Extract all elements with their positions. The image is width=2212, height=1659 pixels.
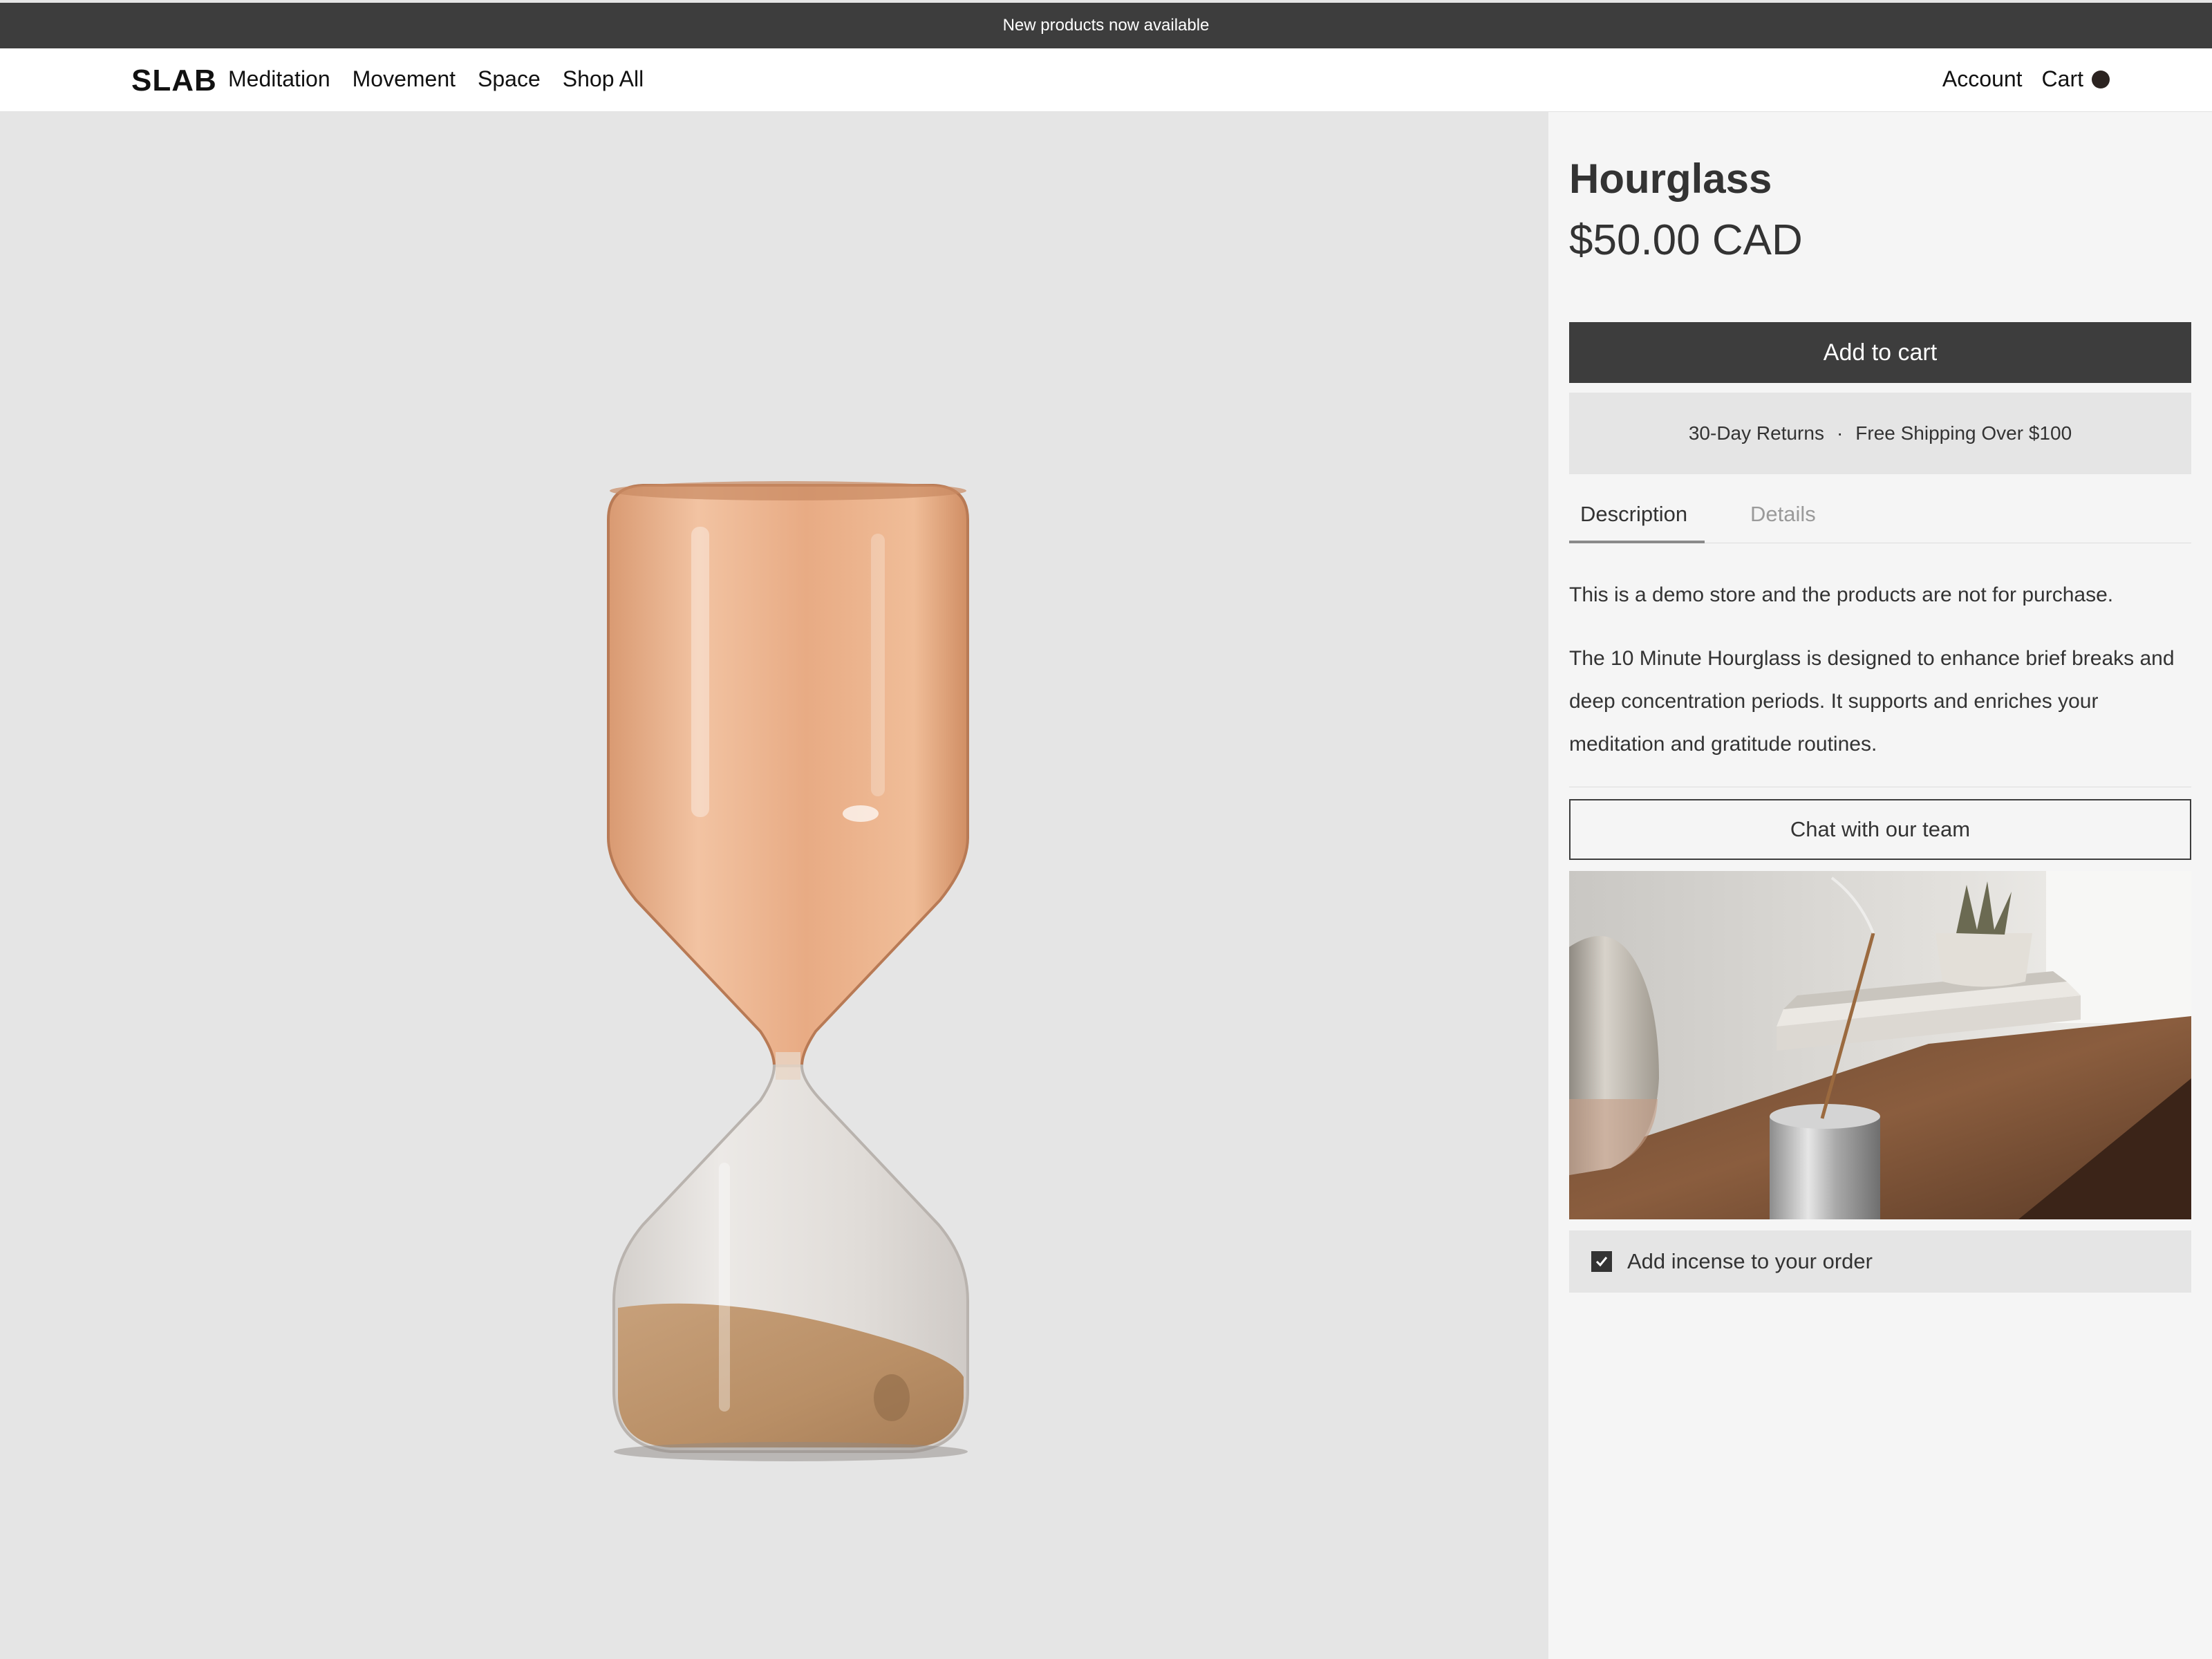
tab-description[interactable]: Description — [1580, 502, 1687, 527]
cart-indicator-icon — [2092, 70, 2110, 88]
product-gallery[interactable] — [0, 112, 1548, 1659]
chat-with-team-button[interactable]: Chat with our team — [1569, 799, 2191, 860]
cart-label: Cart — [2041, 66, 2083, 91]
site-header: SLAB Meditation Movement Space Shop All … — [0, 48, 2212, 112]
addon-label: Add incense to your order — [1627, 1249, 1873, 1273]
product-info-panel: Hourglass $50.00 CAD Add to cart 30-Day … — [1548, 112, 2212, 1659]
incense-scene-image — [1569, 871, 2191, 1219]
nav-item-space[interactable]: Space — [478, 66, 541, 92]
cart-link[interactable]: Cart — [2042, 66, 2110, 92]
active-tab-indicator — [1569, 541, 1705, 543]
hourglass-image — [607, 481, 969, 1461]
account-link[interactable]: Account — [1942, 66, 2023, 92]
nav-item-meditation[interactable]: Meditation — [228, 66, 330, 92]
logo[interactable]: SLAB — [131, 64, 217, 98]
incense-addon-option[interactable]: Add incense to your order — [1569, 1230, 2191, 1293]
product-tabs: Description Details — [1569, 487, 2191, 543]
description-paragraph-2: The 10 Minute Hourglass is designed to e… — [1569, 647, 2175, 756]
product-price: $50.00 CAD — [1569, 216, 1803, 264]
perk-separator: · — [1836, 422, 1844, 444]
announcement-text: New products now available — [1002, 16, 1210, 35]
tab-details[interactable]: Details — [1750, 502, 1816, 527]
add-to-cart-button[interactable]: Add to cart — [1569, 322, 2191, 383]
header-actions: Account Cart — [1942, 66, 2110, 92]
description-paragraph-1: This is a demo store and the products ar… — [1569, 583, 2114, 606]
main-nav: Meditation Movement Space Shop All — [228, 66, 644, 92]
incense-product-image[interactable] — [1569, 871, 2191, 1219]
shipping-perk: Free Shipping Over $100 — [1855, 422, 2072, 444]
nav-item-movement[interactable]: Movement — [353, 66, 456, 92]
nav-item-shop-all[interactable]: Shop All — [563, 66, 644, 92]
shipping-perks: 30-Day Returns · Free Shipping Over $100 — [1569, 393, 2191, 474]
announcement-bar: New products now available — [0, 3, 2212, 48]
checkmark-icon — [1595, 1257, 1608, 1267]
product-title: Hourglass — [1569, 156, 1772, 202]
addon-checkbox[interactable] — [1591, 1251, 1612, 1272]
returns-perk: 30-Day Returns — [1688, 422, 1824, 444]
